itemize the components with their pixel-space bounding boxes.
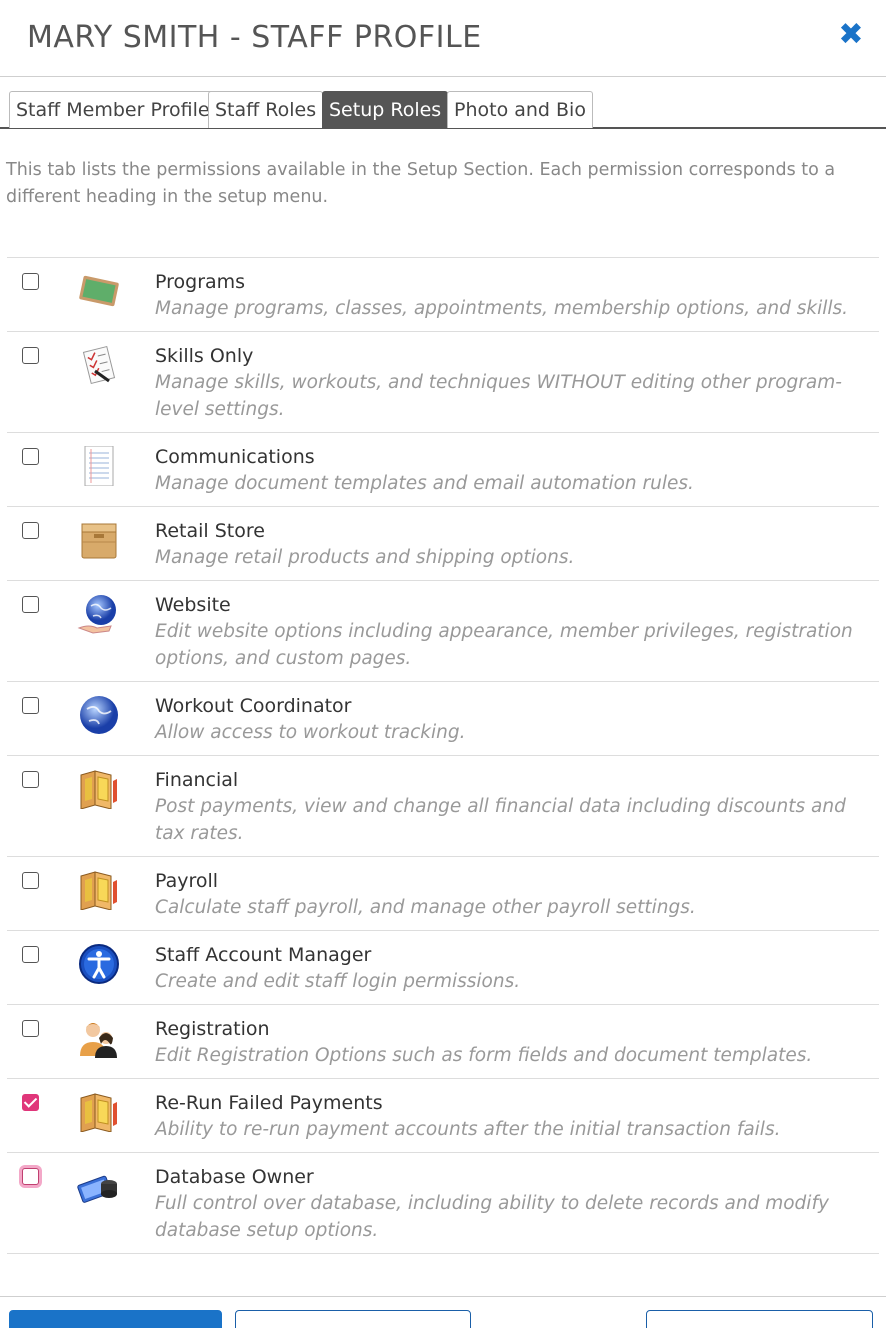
- checklist-icon: [77, 345, 121, 385]
- tab-description: This tab lists the permissions available…: [6, 160, 836, 207]
- globe-icon: [77, 695, 121, 735]
- checkbox-retail-store[interactable]: [22, 522, 39, 539]
- permission-row-database-owner: Database Owner Full control over database…: [7, 1153, 879, 1254]
- tab-staff-member-profile[interactable]: Staff Member Profile: [9, 91, 217, 128]
- tab-staff-roles[interactable]: Staff Roles: [208, 91, 324, 128]
- permission-list: Programs Manage programs, classes, appoin…: [7, 257, 879, 1254]
- permission-description: Allow access to workout tracking.: [155, 722, 466, 743]
- permission-row-programs: Programs Manage programs, classes, appoin…: [7, 258, 879, 332]
- save-staff-member-button[interactable]: [9, 1310, 222, 1328]
- permission-row-communications: Communications Manage document templates …: [7, 433, 879, 507]
- secondary-action-button[interactable]: [235, 1310, 471, 1328]
- permission-name: Programs: [155, 271, 246, 293]
- tab-bar: Staff Member Profile Staff Roles Setup R…: [0, 91, 886, 129]
- permission-name: Skills Only: [155, 345, 254, 367]
- ledger-icon: [77, 769, 121, 810]
- permission-row-staff-account-manager: Staff Account Manager Create and edit sta…: [7, 931, 879, 1005]
- permission-name: Website: [155, 594, 231, 616]
- permission-name: Workout Coordinator: [155, 695, 352, 717]
- permission-description: Manage programs, classes, appointments, …: [155, 298, 849, 319]
- ledger-icon: [77, 870, 121, 911]
- permission-description: Manage skills, workouts, and techniques …: [155, 372, 842, 420]
- database-icon: [77, 1166, 121, 1206]
- checkbox-financial[interactable]: [22, 771, 39, 788]
- tab-photo-and-bio[interactable]: Photo and Bio: [447, 91, 593, 128]
- permission-name: Database Owner: [155, 1166, 314, 1188]
- ledger-icon: [77, 1092, 121, 1133]
- permission-description: Edit Registration Options such as form f…: [155, 1045, 813, 1066]
- permission-name: Registration: [155, 1018, 270, 1040]
- permission-description: Calculate staff payroll, and manage othe…: [155, 897, 696, 918]
- checkbox-staff-account-manager[interactable]: [22, 946, 39, 963]
- checkbox-database-owner[interactable]: [22, 1168, 39, 1185]
- checkbox-skills-only[interactable]: [22, 347, 39, 364]
- checkbox-registration[interactable]: [22, 1020, 39, 1037]
- checkbox-re-run-failed-payments[interactable]: [22, 1094, 39, 1111]
- permission-description: Create and edit staff login permissions.: [155, 971, 521, 992]
- tertiary-action-button[interactable]: [646, 1310, 873, 1328]
- checkbox-website[interactable]: [22, 596, 39, 613]
- accessibility-icon: [77, 944, 121, 984]
- permission-row-skills-only: Skills Only Manage skills, workouts, and …: [7, 332, 879, 433]
- permission-description: Manage document templates and email auto…: [155, 473, 694, 494]
- permission-row-retail-store: Retail Store Manage retail products and s…: [7, 507, 879, 581]
- chalkboard-icon: [77, 271, 121, 311]
- modal-header: MARY SMITH - STAFF PROFILE ✖: [0, 0, 886, 77]
- box-icon: [77, 520, 121, 560]
- checkbox-programs[interactable]: [22, 273, 39, 290]
- permission-description: Manage retail products and shipping opti…: [155, 547, 575, 568]
- tab-setup-roles[interactable]: Setup Roles: [322, 91, 449, 128]
- permission-name: Payroll: [155, 870, 219, 892]
- permission-name: Financial: [155, 769, 239, 791]
- permission-row-workout-coordinator: Workout Coordinator Allow access to worko…: [7, 682, 879, 756]
- footer-actions: [0, 1296, 886, 1328]
- permission-name: Communications: [155, 446, 315, 468]
- checkbox-communications[interactable]: [22, 448, 39, 465]
- permission-description: Ability to re-run payment accounts after…: [155, 1119, 781, 1140]
- users-icon: [77, 1018, 121, 1058]
- permission-row-re-run-failed-payments: Re-Run Failed Payments Ability to re-run …: [7, 1079, 879, 1153]
- close-icon[interactable]: ✖: [836, 20, 866, 50]
- document-icon: [77, 445, 121, 487]
- permission-row-registration: Registration Edit Registration Options su…: [7, 1005, 879, 1079]
- globe-hand-icon: [77, 594, 121, 634]
- permission-row-website: Website Edit website options including ap…: [7, 581, 879, 682]
- page-title: MARY SMITH - STAFF PROFILE: [27, 20, 482, 55]
- permission-description: Full control over database, including ab…: [155, 1193, 829, 1241]
- permission-name: Re-Run Failed Payments: [155, 1092, 383, 1114]
- permission-row-payroll: Payroll Calculate staff payroll, and mana…: [7, 857, 879, 931]
- checkbox-workout-coordinator[interactable]: [22, 697, 39, 714]
- permission-name: Retail Store: [155, 520, 265, 542]
- permission-row-financial: Financial Post payments, view and change …: [7, 756, 879, 857]
- permission-name: Staff Account Manager: [155, 944, 372, 966]
- permission-description: Post payments, view and change all finan…: [155, 796, 846, 844]
- checkbox-payroll[interactable]: [22, 872, 39, 889]
- permission-description: Edit website options including appearanc…: [155, 621, 853, 669]
